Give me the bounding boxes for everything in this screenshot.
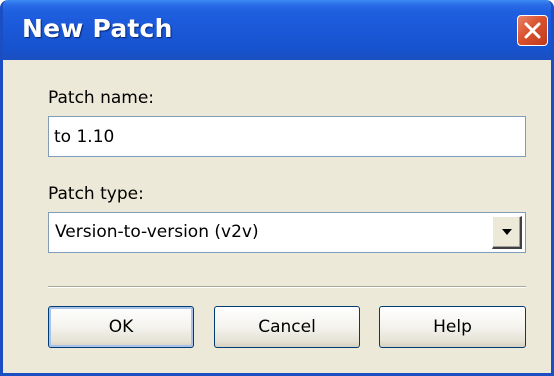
- close-icon: [524, 22, 541, 39]
- patch-type-dropdown-button[interactable]: [492, 216, 522, 249]
- patch-type-selected-value: Version-to-version (v2v): [55, 222, 259, 242]
- help-button[interactable]: Help: [379, 306, 526, 348]
- patch-type-label: Patch type:: [48, 184, 144, 204]
- patch-type-select[interactable]: Version-to-version (v2v): [48, 212, 526, 253]
- close-button[interactable]: [517, 15, 548, 46]
- cancel-button[interactable]: Cancel: [214, 306, 360, 348]
- separator: [48, 286, 526, 288]
- new-patch-dialog: New Patch Patch name: Patch type: Versio…: [0, 0, 554, 376]
- patch-name-input[interactable]: [48, 116, 526, 157]
- title-bar[interactable]: New Patch: [3, 0, 551, 60]
- chevron-down-icon: [502, 229, 512, 235]
- ok-button[interactable]: OK: [48, 306, 194, 348]
- patch-name-label: Patch name:: [48, 88, 155, 108]
- window-title: New Patch: [22, 14, 173, 43]
